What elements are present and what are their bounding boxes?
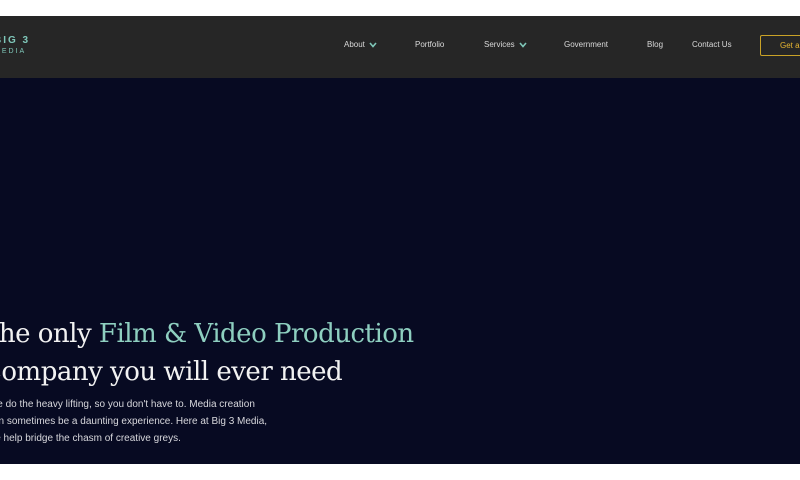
nav-item-blog[interactable]: Blog (647, 40, 663, 49)
nav-item-portfolio-label: Portfolio (415, 40, 445, 49)
brand-logo[interactable]: BIG 3 MEDIA (0, 36, 30, 57)
hero-intro: We do the heavy lifting, so you don't ha… (0, 396, 318, 447)
hero-headline: The only Film & Video Production Company… (0, 315, 414, 391)
intro-line-2: can sometimes be a daunting experience. … (0, 416, 268, 427)
hero-section: The only Film & Video Production Company… (0, 78, 800, 464)
top-navbar: BIG 3 MEDIA About Portfolio Services Gov… (0, 16, 800, 78)
headline-prefix: The only (0, 319, 92, 349)
brand-logo-line2: MEDIA (0, 48, 27, 55)
page-frame: BIG 3 MEDIA About Portfolio Services Gov… (0, 16, 800, 464)
nav-item-services-label: Services (484, 40, 515, 49)
headline-accent: Film & Video Production (98, 319, 414, 349)
intro-line-1: We do the heavy lifting, so you don't ha… (0, 399, 255, 410)
chevron-down-icon (519, 41, 527, 48)
nav-item-contact[interactable]: Contact Us (692, 40, 732, 49)
chevron-down-icon (369, 41, 377, 48)
headline-line2: Company you will ever need (0, 357, 343, 387)
brand-logo-line1: BIG 3 (0, 35, 31, 46)
nav-item-government-label: Government (564, 40, 609, 49)
nav-item-contact-label: Contact Us (692, 40, 732, 49)
nav-item-portfolio[interactable]: Portfolio (415, 40, 444, 49)
get-a-quote-button[interactable]: Get a (760, 35, 800, 56)
nav-item-about-label: About (344, 40, 365, 49)
nav-item-services[interactable]: Services (484, 40, 527, 49)
nav-item-about[interactable]: About (344, 40, 377, 49)
nav-item-blog-label: Blog (647, 40, 664, 49)
nav-item-government[interactable]: Government (564, 40, 608, 49)
intro-line-3: we help bridge the chasm of creative gre… (0, 433, 181, 444)
